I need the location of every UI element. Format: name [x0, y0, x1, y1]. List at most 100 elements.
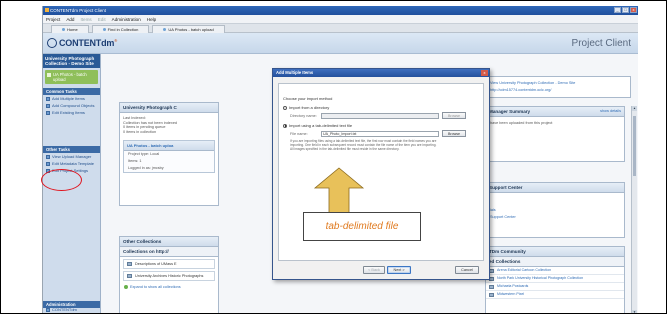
menu-bar: Project Add Items Edit Administration He… — [43, 15, 638, 24]
tab-file-radio[interactable] — [283, 123, 287, 128]
logo-text: CONTENTdm® — [59, 38, 117, 48]
menu-edit[interactable]: Edit — [98, 15, 106, 23]
home-icon — [62, 28, 65, 31]
maximize-button[interactable]: □ — [622, 7, 629, 13]
admin-icon — [46, 307, 50, 312]
featured-collection-item[interactable]: Michaela Postcards — [486, 283, 624, 291]
tab-find[interactable]: Find in Collection — [91, 25, 150, 33]
directory-option[interactable]: Import from a directory — [283, 105, 479, 110]
other-collections-title: Other Collections — [120, 237, 218, 247]
status-line: 0 items in collection — [123, 129, 157, 134]
project-info-panel: UA Photos - batch uploa Project type: Lo… — [123, 140, 215, 174]
collection-icon — [489, 284, 494, 289]
cancel-button[interactable]: Cancel — [455, 266, 479, 274]
right-scrollbar[interactable]: ▲ ▼ — [631, 106, 637, 313]
menu-administration[interactable]: Administration — [112, 15, 141, 23]
support-center-title: Support Center — [486, 183, 624, 193]
next-button[interactable]: Next > — [387, 266, 411, 274]
search-icon — [102, 28, 106, 31]
template-icon — [46, 161, 50, 166]
scroll-thumb[interactable] — [633, 116, 636, 176]
compound-icon — [46, 103, 50, 108]
window-controls: _ □ x — [614, 7, 637, 13]
expand-icon — [124, 285, 128, 289]
tab-label: UA Photos - batch upload — [168, 27, 214, 32]
featured-collection-item[interactable]: Midwestern Pixel — [486, 291, 624, 299]
screenshot-frame: CONTENTdm Project Client _ □ x Project A… — [0, 0, 667, 314]
app-window: CONTENTdm Project Client _ □ x Project A… — [42, 6, 638, 313]
annotation-callout: tab-delimited file — [303, 212, 421, 241]
scroll-down-arrow-icon[interactable]: ▼ — [632, 310, 637, 313]
task-edit-existing-items[interactable]: Edit Existing Items — [43, 109, 100, 116]
file-browse-button[interactable]: Browse — [442, 130, 466, 137]
task-edit-metadata-template[interactable]: Edit Metadata Template — [43, 160, 100, 167]
app-icon — [45, 8, 49, 12]
menu-help[interactable]: Help — [147, 15, 156, 23]
directory-option-label: Import from a directory — [289, 105, 330, 110]
show-details-link[interactable]: show details — [600, 109, 621, 114]
tab-label: Home — [67, 27, 78, 32]
collection-icon — [127, 274, 132, 278]
collections-on-title: Collections on http:// — [120, 247, 218, 257]
directory-input[interactable] — [321, 112, 439, 119]
tab-bar: Home Find in Collection UA Photos - batc… — [43, 24, 638, 33]
file-label: File name: — [290, 131, 308, 136]
import-instructions: If you are importing files using a tab-d… — [290, 139, 437, 151]
expand-collections-link[interactable]: Expand to show all collections — [120, 283, 218, 291]
file-field-row: File name: UA_Photo_Import.txt Browse — [290, 130, 479, 137]
admin-contentdm-item[interactable]: CONTENTdm — [43, 306, 80, 313]
app-header: CONTENTdm® Project Client — [43, 33, 638, 54]
project-type: Project type: Local — [128, 152, 160, 157]
support-link[interactable]: ials — [486, 207, 624, 214]
add-items-icon — [46, 96, 50, 101]
logged-in-as: Logged in as: jmcsby — [128, 166, 164, 171]
tab-file-option-label: Import using a tab-delimited text file — [289, 123, 353, 128]
directory-browse-button[interactable]: Browse — [442, 112, 466, 119]
highlight-circle — [41, 169, 82, 191]
sidebar-selected-project[interactable]: UA Photos - batch upload — [45, 70, 98, 84]
tab-project[interactable]: UA Photos - batch upload — [152, 25, 225, 33]
upload-icon — [46, 154, 50, 159]
view-collection-link[interactable]: View University Photograph Collection - … — [486, 77, 630, 87]
task-add-compound-objects[interactable]: Add Compound Objects — [43, 102, 100, 109]
annotation-arrow-icon — [313, 167, 365, 214]
other-collections-panel: Other Collections Collections on http://… — [119, 236, 219, 313]
dialog-close-button[interactable]: x — [481, 70, 488, 76]
support-center-link[interactable]: Support Center — [486, 214, 624, 221]
featured-collection-item[interactable]: Arena Editorial Cartoon Collection — [486, 267, 624, 275]
menu-project[interactable]: Project — [46, 15, 60, 23]
back-button[interactable]: < Back — [363, 266, 385, 274]
collection-url-link[interactable]: http://cdm15774.contentdm.oclc.org/ — [486, 87, 630, 94]
collection-icon — [127, 262, 132, 266]
folder-icon — [163, 28, 167, 31]
tab-file-option[interactable]: Import using a tab-delimited text file — [283, 123, 479, 128]
menu-items[interactable]: Items — [81, 15, 92, 23]
directory-radio[interactable] — [283, 105, 287, 110]
window-titlebar: CONTENTdm Project Client _ □ x — [43, 6, 638, 15]
tab-home[interactable]: Home — [51, 25, 89, 33]
minimize-button[interactable]: _ — [614, 7, 621, 13]
edit-icon — [46, 110, 50, 115]
dialog-title: Add Multiple Items — [273, 69, 489, 77]
file-name-input[interactable]: UA_Photo_Import.txt — [321, 130, 439, 137]
community-title: TDm Community — [486, 247, 624, 257]
collection-row[interactable]: University Archives Historic Photographs — [123, 271, 215, 281]
sidebar-collection-title: University Photograph Collection - Demo … — [43, 54, 100, 68]
task-add-multiple-items[interactable]: Add Multiple Items — [43, 95, 100, 102]
common-tasks-heading: Common Tasks — [43, 88, 100, 95]
scroll-up-arrow-icon[interactable]: ▲ — [632, 106, 637, 111]
collection-icon — [489, 292, 494, 297]
contentdm-logo: CONTENTdm® — [47, 38, 117, 48]
support-center-panel: Support Center ials Support Center — [485, 182, 625, 238]
view-collection-panel: View University Photograph Collection - … — [485, 76, 631, 98]
close-window-button[interactable]: x — [630, 7, 637, 13]
collection-panel-title: University Photograph C — [120, 103, 218, 113]
import-method-prompt: Choose your import method — [283, 96, 333, 101]
collection-row[interactable]: Descriptions of UMass E — [123, 259, 215, 269]
window-title: CONTENTdm Project Client — [50, 8, 107, 13]
task-view-upload-manager[interactable]: View Upload Manager — [43, 153, 100, 160]
other-tasks-heading: Other Tasks — [43, 146, 100, 153]
featured-collection-item[interactable]: North Park University Historical Photogr… — [486, 275, 624, 283]
menu-add[interactable]: Add — [66, 15, 74, 23]
featured-collections-title: ed Collections — [486, 257, 624, 267]
